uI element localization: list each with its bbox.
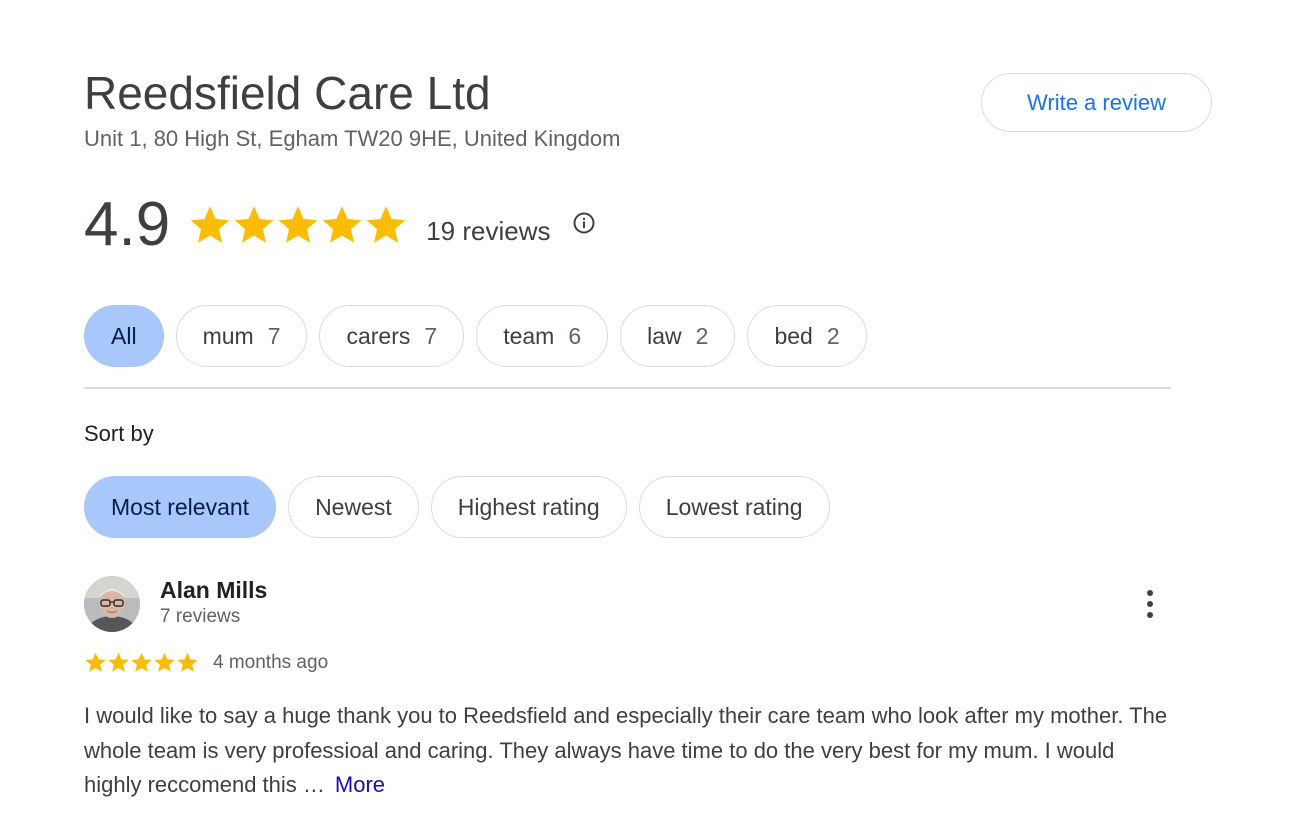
review-meta: 4 months ago <box>84 651 328 674</box>
topic-chip-carers[interactable]: carers 7 <box>319 305 465 367</box>
menu-dot <box>1147 601 1153 607</box>
star-icon <box>154 652 175 672</box>
total-review-count: 19 reviews <box>426 215 551 246</box>
chip-label: mum <box>202 322 254 349</box>
sort-chip-lowest-rating[interactable]: Lowest rating <box>638 476 830 538</box>
star-icon <box>322 206 362 243</box>
reviewer-name[interactable]: Alan Mills <box>160 577 267 604</box>
chip-label: All <box>111 322 137 349</box>
rating-stars <box>188 203 408 247</box>
topic-chip-all[interactable]: All <box>84 305 164 367</box>
review-body: I would like to say a huge thank you to … <box>84 703 1168 797</box>
average-rating: 4.9 <box>84 190 171 259</box>
more-vert-icon[interactable] <box>1136 586 1164 622</box>
sort-chip-highest-rating[interactable]: Highest rating <box>430 476 627 538</box>
star-icon <box>234 206 274 243</box>
chip-label: team <box>503 322 555 349</box>
star-icon <box>366 206 406 243</box>
star-icon <box>177 652 198 672</box>
sort-by-label: Sort by <box>84 421 154 446</box>
topic-chip-law[interactable]: law 2 <box>620 305 736 367</box>
review-time: 4 months ago <box>213 651 329 673</box>
sort-chips: Most relevant Newest Highest rating Lowest … <box>84 476 830 538</box>
more-link[interactable]: More <box>335 772 385 797</box>
star-icon <box>85 652 106 672</box>
chip-count: 6 <box>568 322 582 349</box>
review-text: I would like to say a huge thank you to … <box>84 699 1174 803</box>
star-icon <box>108 652 129 672</box>
sort-chip-newest[interactable]: Newest <box>288 476 419 538</box>
info-circle-icon[interactable] <box>572 211 596 235</box>
topic-chip-bed[interactable]: bed 2 <box>747 305 867 367</box>
sort-chip-most-relevant[interactable]: Most relevant <box>84 476 277 538</box>
star-icon <box>131 652 152 672</box>
write-review-button[interactable]: Write a review <box>981 73 1212 132</box>
avatar[interactable] <box>84 576 140 632</box>
business-name: Reedsfield Care Ltd <box>84 67 491 119</box>
reviews-panel: Reedsfield Care Ltd Unit 1, 80 High St, … <box>84 0 1214 837</box>
chip-count: 2 <box>826 322 840 349</box>
divider <box>84 387 1171 389</box>
chip-count: 7 <box>267 322 281 349</box>
reviewer-review-count: 7 reviews <box>160 606 241 627</box>
review-stars <box>84 651 199 674</box>
star-icon <box>190 206 230 243</box>
business-address: Unit 1, 80 High St, Egham TW20 9HE, Unit… <box>84 126 621 151</box>
topic-chip-mum[interactable]: mum 7 <box>175 305 308 367</box>
chip-count: 2 <box>695 322 709 349</box>
rating-summary: 4.9 19 reviews <box>84 192 596 258</box>
topic-filter-chips: All mum 7 carers 7 team 6 law 2 bed 2 <box>84 305 867 367</box>
topic-chip-team[interactable]: team 6 <box>476 305 609 367</box>
chip-count: 7 <box>424 322 438 349</box>
star-icon <box>278 206 318 243</box>
chip-label: law <box>647 322 682 349</box>
menu-dot <box>1147 590 1153 596</box>
chip-label: bed <box>774 322 813 349</box>
menu-dot <box>1147 612 1153 618</box>
chip-label: carers <box>346 322 411 349</box>
